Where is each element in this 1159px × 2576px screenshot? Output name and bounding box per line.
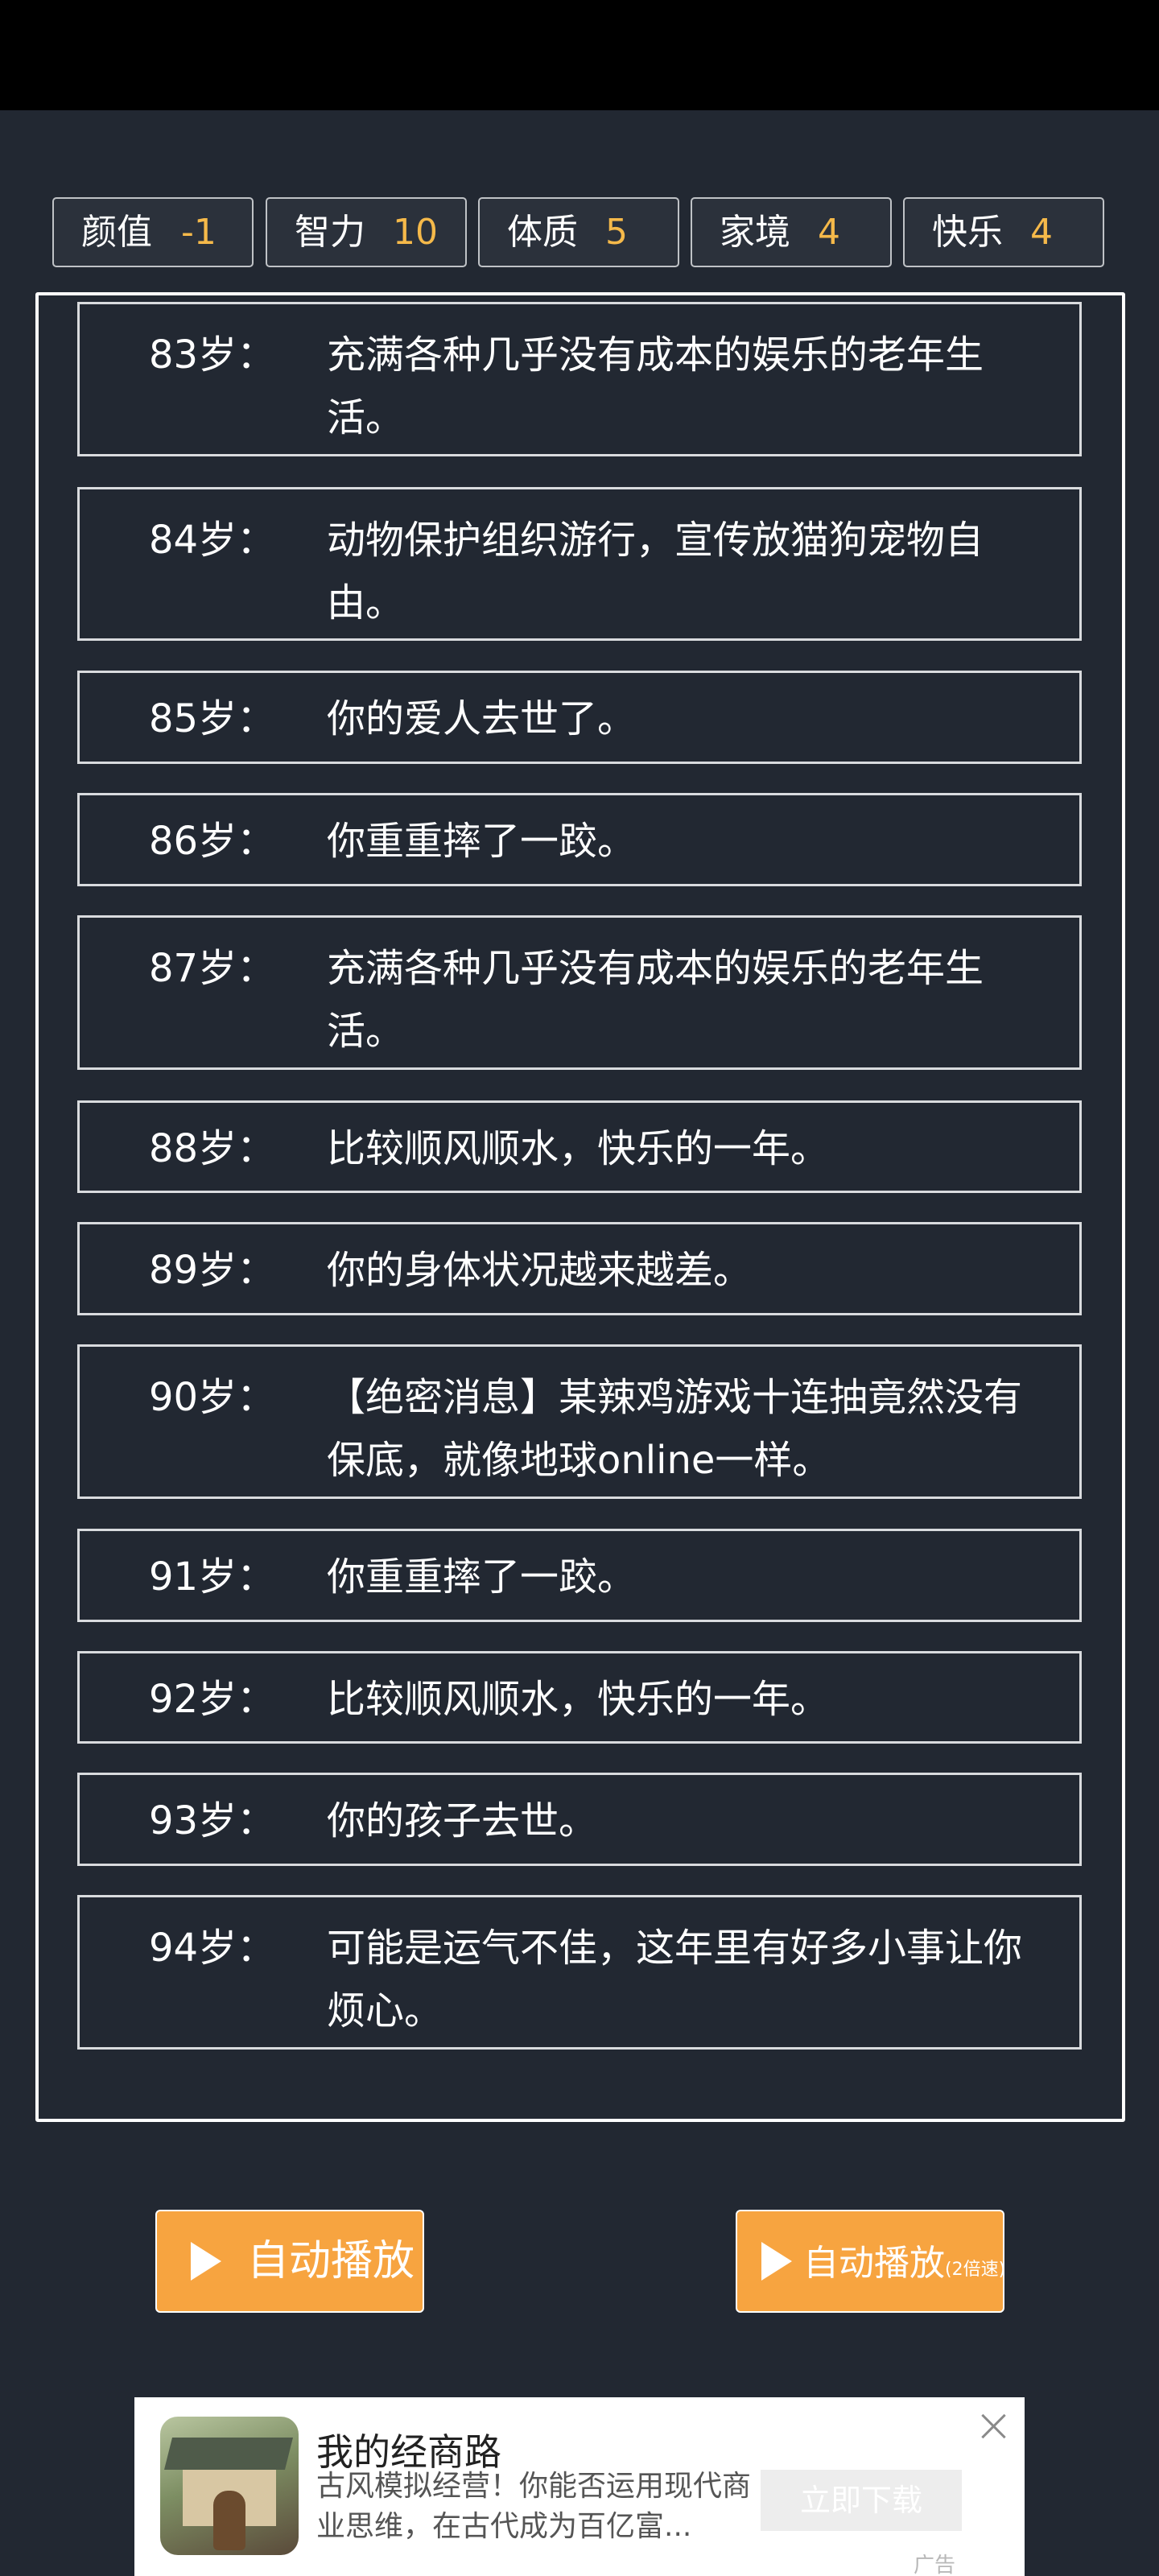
ad-download-button[interactable]: 立即下载 [761,2470,962,2531]
stat-value: 4 [1030,212,1053,253]
entry-text: 你重重摔了一跤。 [327,1554,637,1600]
log-entry-92: 92岁： 比较顺风顺水，快乐的一年。 [77,1651,1082,1744]
stat-happiness: 快乐 4 [903,197,1104,267]
entry-age: 86岁： [149,819,276,864]
log-entry-87: 87岁： 充满各种几乎没有成本的娱乐的老年生活。 [77,915,1082,1070]
speed-note: (2倍速) [945,2260,1006,2280]
entry-text: 充满各种几乎没有成本的娱乐的老年生活。 [327,946,984,1054]
entry-text: 可能是运气不佳，这年里有好多小事让你烦心。 [327,1926,1023,2033]
close-icon[interactable] [976,2409,1012,2444]
status-bar [0,0,1159,110]
ad-description: 古风模拟经营！你能否运用现代商业思维，在古代成为百亿富... [316,2470,752,2543]
stat-value: 5 [605,212,628,253]
log-entry-90: 90岁： 【绝密消息】某辣鸡游戏十连抽竟然没有保底，就像地球online一样。 [77,1344,1082,1499]
stat-value: 10 [393,212,438,253]
entry-text: 动物保护组织游行，宣传放猫狗宠物自由。 [327,518,984,625]
entry-age: 87岁： [149,946,276,991]
ad-app-icon [160,2417,299,2555]
stat-label: 家境 [720,212,790,253]
ad-banner[interactable]: 我的经商路 古风模拟经营！你能否运用现代商业思维，在古代成为百亿富... 立即下… [134,2397,1025,2576]
log-entry-89: 89岁： 你的身体状况越来越差。 [77,1222,1082,1315]
entry-age: 92岁： [149,1677,276,1722]
log-entry-83: 83岁： 充满各种几乎没有成本的娱乐的老年生活。 [77,302,1082,456]
entry-text: 【绝密消息】某辣鸡游戏十连抽竟然没有保底，就像地球online一样。 [327,1375,1023,1483]
entry-age: 89岁： [149,1248,276,1293]
entry-age: 94岁： [149,1926,276,1971]
entry-text: 比较顺风顺水，快乐的一年。 [327,1677,830,1722]
entry-text: 你的爱人去世了。 [327,696,637,741]
attribute-bar: 颜值 -1 智力 10 体质 5 家境 4 快乐 4 [52,197,1108,269]
auto-play-button[interactable]: 自动播放 [155,2210,424,2313]
entry-age: 90岁： [149,1375,276,1420]
stat-value: 4 [818,212,840,253]
stat-label: 智力 [295,212,365,253]
stat-looks: 颜值 -1 [52,197,254,267]
entry-text: 充满各种几乎没有成本的娱乐的老年生活。 [327,332,984,440]
log-entry-94: 94岁： 可能是运气不佳，这年里有好多小事让你烦心。 [77,1895,1082,2050]
entry-age: 84岁： [149,518,276,563]
ad-tag: 广告 [914,2553,956,2576]
stat-intelligence: 智力 10 [266,197,467,267]
entry-text: 比较顺风顺水，快乐的一年。 [327,1126,830,1171]
entry-age: 83岁： [149,332,276,378]
stat-family-wealth: 家境 4 [691,197,892,267]
log-entry-86: 86岁： 你重重摔了一跤。 [77,793,1082,886]
auto-play-fast-label: 自动播放(2倍速) [803,2211,1005,2320]
log-entry-93: 93岁： 你的孩子去世。 [77,1773,1082,1866]
entry-age: 85岁： [149,696,276,741]
auto-play-fast-button[interactable]: 自动播放(2倍速) [736,2210,1005,2313]
play-icon [761,2242,792,2281]
log-entry-85: 85岁： 你的爱人去世了。 [77,671,1082,764]
stat-value: -1 [181,212,217,253]
stat-constitution: 体质 5 [478,197,679,267]
log-entry-84: 84岁： 动物保护组织游行，宣传放猫狗宠物自由。 [77,487,1082,641]
entry-text: 你重重摔了一跤。 [327,819,637,864]
entry-text: 你的身体状况越来越差。 [327,1248,753,1293]
entry-age: 88岁： [149,1126,276,1171]
entry-age: 93岁： [149,1798,276,1843]
play-icon [191,2242,221,2281]
stat-label: 快乐 [932,212,1003,253]
entry-age: 91岁： [149,1554,276,1600]
stat-label: 体质 [507,212,578,253]
log-entry-88: 88岁： 比较顺风顺水，快乐的一年。 [77,1100,1082,1193]
log-entry-91: 91岁： 你重重摔了一跤。 [77,1529,1082,1622]
auto-play-label: 自动播放 [247,2237,415,2285]
entry-text: 你的孩子去世。 [327,1798,598,1843]
auto-play-fast-text: 自动播放 [803,2243,945,2284]
stat-label: 颜值 [81,212,152,253]
